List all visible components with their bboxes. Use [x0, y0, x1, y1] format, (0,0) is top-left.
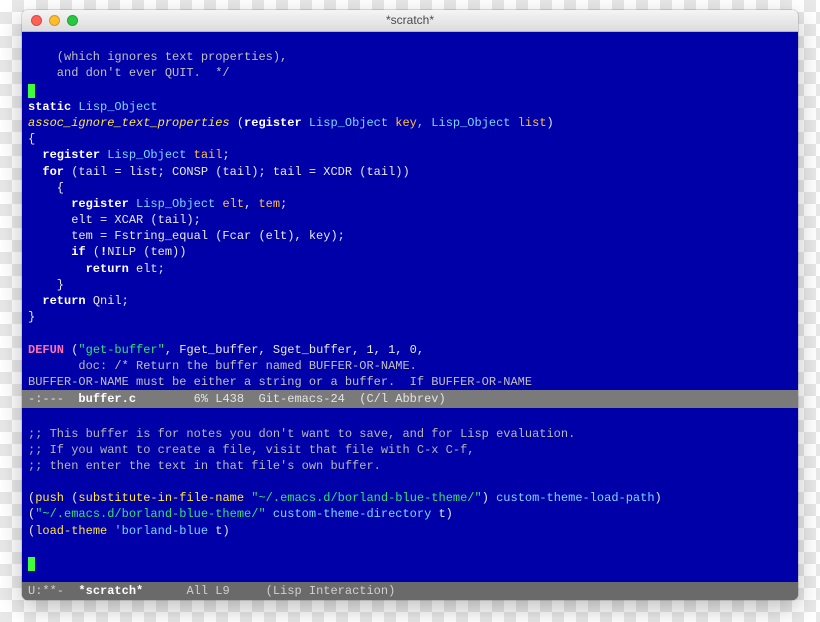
code-token: ) [655, 491, 662, 505]
code-token: , Lisp_Object [417, 116, 518, 130]
code-token: ( [64, 491, 78, 505]
code-token: Lisp_Object [129, 197, 223, 211]
code-line: } [28, 310, 35, 324]
code-token: register [42, 148, 100, 162]
code-token: tem [258, 197, 280, 211]
code-line: ;; This buffer is for notes you don't wa… [28, 427, 575, 441]
code-token: "~/.emacs.d/borland-blue-theme/" [35, 507, 265, 521]
code-token: register [244, 116, 302, 130]
code-token: static [28, 100, 71, 114]
code-token: substitute-in-file-name [78, 491, 244, 505]
modeline-info: 6% L438 Git-emacs-24 (C/l Abbrev) [136, 392, 446, 406]
code-token: custom-theme-directory [273, 507, 431, 521]
code-token: "~/.emacs.d/borland-blue-theme/" [251, 491, 481, 505]
code-token: Lisp_Object [100, 148, 194, 162]
close-icon[interactable] [31, 15, 42, 26]
code-token: 'borland-blue [114, 524, 208, 538]
code-token: t) [431, 507, 453, 521]
code-token: "get-buffer" [78, 343, 164, 357]
code-token: return [86, 262, 129, 276]
code-token: Lisp_Object [302, 116, 396, 130]
window-title: *scratch* [22, 12, 798, 28]
code-token: DEFUN [28, 343, 64, 357]
code-token: ( [64, 343, 78, 357]
cursor [28, 84, 35, 98]
code-line: } [28, 278, 64, 292]
code-token: ) [547, 116, 554, 130]
code-token: ( [86, 245, 100, 259]
modeline-buffer-name: *scratch* [78, 584, 143, 598]
code-token: ) [482, 491, 496, 505]
code-token: doc: [28, 359, 114, 373]
titlebar: *scratch* [22, 10, 798, 32]
code-token [28, 148, 42, 162]
code-token: , Fget_buffer, Sget_buffer, 1, 1, 0, [165, 343, 424, 357]
code-token: NILP (tem)) [107, 245, 186, 259]
code-line: and don't ever QUIT. */ [28, 66, 230, 80]
lower-pane[interactable]: ;; This buffer is for notes you don't wa… [22, 408, 798, 582]
code-token: ; [280, 197, 287, 211]
code-line: (which ignores text properties), [28, 50, 287, 64]
code-token: t) [208, 524, 230, 538]
code-token [28, 294, 42, 308]
traffic-lights [22, 15, 78, 26]
code-token: elt; [129, 262, 165, 276]
code-token: assoc_ignore_text_properties [28, 116, 230, 130]
code-token [28, 197, 71, 211]
code-token: custom-theme-load-path [496, 491, 654, 505]
modeline-buffer-name: buffer.c [78, 392, 136, 406]
code-token: key [395, 116, 417, 130]
code-token: /* Return the buffer named BUFFER-OR-NAM… [114, 359, 416, 373]
code-token: ; [222, 148, 229, 162]
code-line: ;; If you want to create a file, visit t… [28, 443, 474, 457]
code-token: tail [194, 148, 223, 162]
code-token [28, 245, 71, 259]
code-line: { [28, 181, 64, 195]
code-token: Qnil; [86, 294, 129, 308]
modeline-upper[interactable]: -:--- buffer.c 6% L438 Git-emacs-24 (C/l… [22, 390, 798, 408]
upper-pane[interactable]: (which ignores text properties), and don… [22, 32, 798, 390]
code-token: list [518, 116, 547, 130]
code-token [266, 507, 273, 521]
modeline-prefix: -:--- [28, 392, 78, 406]
code-line: { [28, 132, 35, 146]
code-line: elt = XCAR (tail); [28, 213, 201, 227]
code-token [28, 262, 86, 276]
modeline-prefix: U:**- [28, 584, 78, 598]
code-token: if [71, 245, 85, 259]
code-token: elt [222, 197, 244, 211]
code-token: , [244, 197, 258, 211]
code-token: register [71, 197, 129, 211]
code-token: Lisp_Object [71, 100, 157, 114]
code-token [28, 165, 42, 179]
zoom-icon[interactable] [67, 15, 78, 26]
code-token: load-theme [35, 524, 107, 538]
code-token: (tail = list; CONSP (tail); tail = XCDR … [64, 165, 410, 179]
macos-window: *scratch* (which ignores text properties… [22, 10, 798, 600]
modeline-info: All L9 (Lisp Interaction) [143, 584, 395, 598]
code-line: tem = Fstring_equal (Fcar (elt), key); [28, 229, 345, 243]
code-line: BUFFER-OR-NAME must be either a string o… [28, 375, 532, 389]
cursor [28, 557, 35, 571]
code-token: for [42, 165, 64, 179]
code-token: ( [230, 116, 244, 130]
code-token: return [42, 294, 85, 308]
code-token: push [35, 491, 64, 505]
emacs-editor: (which ignores text properties), and don… [22, 32, 798, 600]
code-line: ;; then enter the text in that file's ow… [28, 459, 381, 473]
minimize-icon[interactable] [49, 15, 60, 26]
modeline-lower[interactable]: U:**- *scratch* All L9 (Lisp Interaction… [22, 582, 798, 600]
